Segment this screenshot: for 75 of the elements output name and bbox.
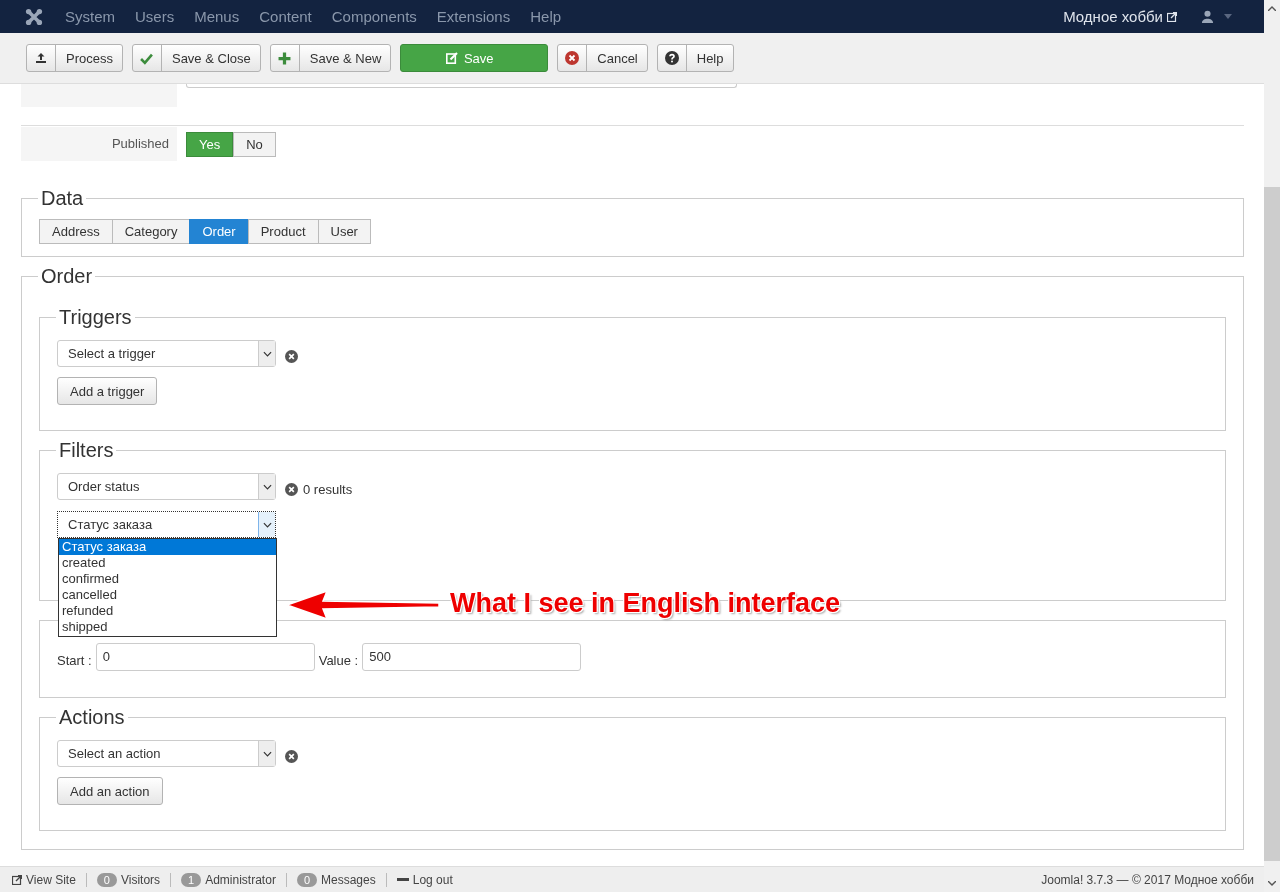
menu-item[interactable]: System xyxy=(65,8,115,25)
toolbar-button[interactable]: Save & New xyxy=(269,44,392,72)
count-badge: 0 xyxy=(296,872,317,887)
footer-link[interactable]: 0 Visitors xyxy=(96,872,161,887)
tab[interactable]: Category xyxy=(111,219,191,244)
clear-icon[interactable] xyxy=(285,350,298,363)
menu-item[interactable]: Content xyxy=(259,8,312,25)
footer-link[interactable]: View Site xyxy=(12,872,76,887)
dropdown-option[interactable]: cancelled xyxy=(59,587,276,603)
dropdown-option[interactable]: confirmed xyxy=(59,571,276,587)
upload-icon xyxy=(35,52,47,64)
user-icon[interactable] xyxy=(1201,10,1214,23)
minus-icon xyxy=(396,877,409,882)
toggle-option[interactable]: No xyxy=(233,132,276,157)
dropdown-option[interactable]: refunded xyxy=(59,603,276,619)
clear-icon[interactable] xyxy=(285,483,298,496)
scroll-down-icon[interactable] xyxy=(1268,881,1276,886)
scrollbar-thumb[interactable] xyxy=(1264,187,1280,861)
count-badge: 1 xyxy=(181,872,202,887)
add-trigger-button[interactable]: Add a trigger xyxy=(57,377,158,405)
tab[interactable]: Order xyxy=(189,219,249,244)
chevron-icon xyxy=(262,350,272,357)
cancel-icon xyxy=(565,51,580,65)
dropdown-option[interactable]: shipped xyxy=(59,619,276,635)
toolbar-button[interactable]: Help xyxy=(656,44,734,72)
toolbar-button[interactable]: Cancel xyxy=(557,44,648,72)
dropdown-option[interactable]: created xyxy=(59,555,276,571)
menu-item[interactable]: Menus xyxy=(194,8,240,25)
toolbar-button[interactable]: Process xyxy=(26,44,123,72)
site-link[interactable]: Модное хобби xyxy=(1063,8,1163,25)
input-field[interactable]: 500 xyxy=(362,643,582,671)
caret-icon[interactable] xyxy=(1224,14,1232,19)
tab[interactable]: User xyxy=(317,219,371,244)
field-label: Value : xyxy=(318,652,359,668)
chevron-icon xyxy=(262,750,272,757)
select-field[interactable]: Select an action xyxy=(57,740,276,767)
results-count: 0 results xyxy=(303,482,353,497)
menu-item[interactable]: Extensions xyxy=(436,8,511,25)
footer-link[interactable]: Log out xyxy=(396,872,453,887)
external-link-icon xyxy=(1167,11,1177,22)
section-title: Actions xyxy=(58,705,126,729)
external-link-icon xyxy=(12,874,22,885)
logo-icon[interactable] xyxy=(25,7,43,26)
toolbar-button[interactable]: Save & Close xyxy=(131,44,261,72)
menu-item[interactable]: Users xyxy=(135,8,175,25)
chevron-icon xyxy=(262,521,272,528)
help-icon xyxy=(664,51,679,65)
select-field[interactable]: Статус заказа xyxy=(57,511,276,538)
scrollbar[interactable] xyxy=(1264,0,1280,892)
dropdown-option[interactable]: Статус заказа xyxy=(59,539,276,555)
input-field[interactable]: 0 xyxy=(95,643,315,671)
select-field[interactable]: Order status xyxy=(57,473,276,500)
section-title: Triggers xyxy=(58,305,133,329)
section-title: Filters xyxy=(58,438,115,462)
edit-icon xyxy=(445,52,458,64)
plus-icon xyxy=(278,51,292,65)
field-label: Start : xyxy=(57,652,92,668)
section-title: Order xyxy=(40,264,94,288)
clear-icon[interactable] xyxy=(285,750,298,763)
add-action-button[interactable]: Add an action xyxy=(57,777,163,805)
section-title: Data xyxy=(40,186,85,210)
tab[interactable]: Address xyxy=(39,219,113,244)
select-field[interactable]: Select a trigger xyxy=(57,340,276,367)
version-text: Joomla! 3.7.3 — © 2017 Модное хобби xyxy=(1041,872,1254,887)
count-badge: 0 xyxy=(96,872,117,887)
annotation-text: What I see in English interface xyxy=(450,588,841,619)
chevron-icon xyxy=(262,483,272,490)
footer-link[interactable]: 1 Administrator xyxy=(181,872,276,887)
menu-item[interactable]: Components xyxy=(331,8,417,25)
scroll-up-icon[interactable] xyxy=(1268,6,1276,11)
footer-link[interactable]: 0 Messages xyxy=(296,872,376,887)
check-icon xyxy=(140,51,154,65)
menu-item[interactable]: Help xyxy=(530,8,562,25)
field-label: Published xyxy=(21,127,177,161)
tab[interactable]: Product xyxy=(247,219,319,244)
